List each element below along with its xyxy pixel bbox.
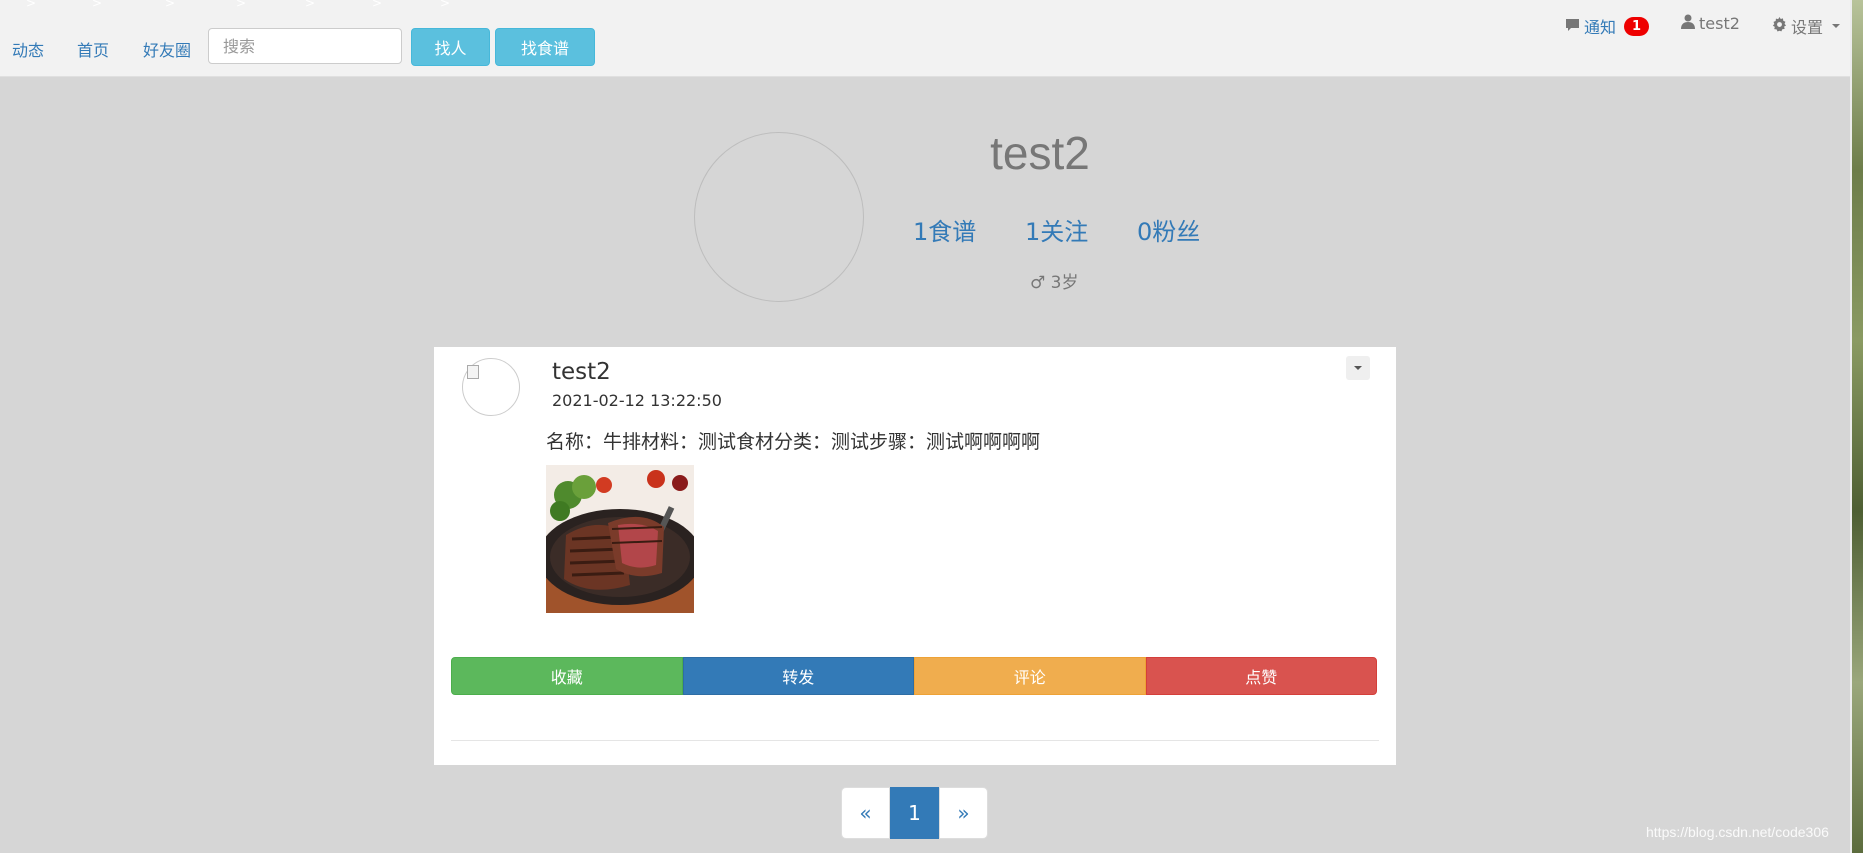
comment-button[interactable]: 评论	[914, 657, 1146, 695]
decor-arrow: >	[305, 0, 316, 10]
settings-dropdown[interactable]: 设置	[1772, 14, 1841, 38]
gear-icon	[1772, 16, 1787, 36]
profile-avatar	[694, 132, 864, 302]
post-card: test2 2021-02-12 13:22:50 名称：牛排材料：测试食材分类…	[434, 347, 1396, 765]
decor-arrow: >	[372, 0, 383, 10]
nav-link-home[interactable]: 首页	[77, 37, 109, 61]
pagination-next[interactable]: »	[939, 787, 988, 839]
profile-name: test2	[990, 127, 1090, 179]
pagination-prev[interactable]: «	[841, 787, 890, 839]
user-icon	[1681, 14, 1695, 33]
chevron-down-icon	[1832, 24, 1841, 28]
forward-button[interactable]: 转发	[682, 657, 914, 695]
steak-photo[interactable]	[546, 465, 694, 613]
username-label: test2	[1699, 14, 1740, 33]
favorite-button[interactable]: 收藏	[451, 657, 683, 695]
comment-icon	[1565, 17, 1580, 36]
decor-arrow: >	[440, 0, 451, 10]
decor-arrow: >	[92, 0, 103, 10]
notifications-label: 通知	[1584, 18, 1617, 37]
stat-followers[interactable]: 0粉丝	[1137, 212, 1200, 247]
watermark: https://blog.csdn.net/code306	[1646, 824, 1829, 840]
card-divider	[451, 740, 1379, 741]
like-button[interactable]: 点赞	[1145, 657, 1377, 695]
nav-link-friends[interactable]: 好友圈	[143, 37, 191, 61]
pagination-page-1[interactable]: 1	[890, 787, 939, 839]
decor-arrow: >	[165, 0, 176, 10]
gender-age: ♂ 3岁	[1030, 273, 1079, 293]
post-timestamp: 2021-02-12 13:22:50	[552, 391, 722, 410]
nav-link-feed[interactable]: 动态	[12, 37, 44, 61]
settings-label: 设置	[1791, 18, 1824, 37]
post-options-button[interactable]	[1346, 356, 1370, 380]
post-username[interactable]: test2	[552, 359, 611, 385]
broken-image-icon	[467, 365, 479, 379]
find-recipe-button[interactable]: 找食谱	[495, 28, 595, 66]
top-navbar: > > > > > > > 动态 首页 好友圈 找人 找食谱 通知 1 test…	[0, 0, 1852, 77]
decor-arrows: > > > > > > >	[0, 0, 600, 14]
stat-recipes[interactable]: 1食谱	[913, 212, 976, 247]
post-content: 名称：牛排材料：测试食材分类：测试步骤：测试啊啊啊啊	[546, 431, 1041, 453]
steak-image	[546, 465, 694, 613]
find-people-button[interactable]: 找人	[411, 28, 490, 66]
search-input[interactable]	[208, 28, 402, 64]
chevron-down-icon	[1354, 366, 1362, 370]
notification-count-badge: 1	[1624, 16, 1650, 36]
pagination: « 1 »	[841, 787, 988, 839]
stat-following[interactable]: 1关注	[1025, 212, 1088, 247]
decor-arrow: >	[236, 0, 247, 10]
notifications-link[interactable]: 通知 1	[1565, 14, 1650, 38]
post-avatar	[462, 358, 520, 416]
post-action-buttons: 收藏 转发 评论 点赞	[451, 657, 1377, 695]
background-strip	[1852, 0, 1863, 853]
user-menu-link[interactable]: test2	[1681, 14, 1740, 33]
decor-arrow: >	[26, 0, 37, 10]
